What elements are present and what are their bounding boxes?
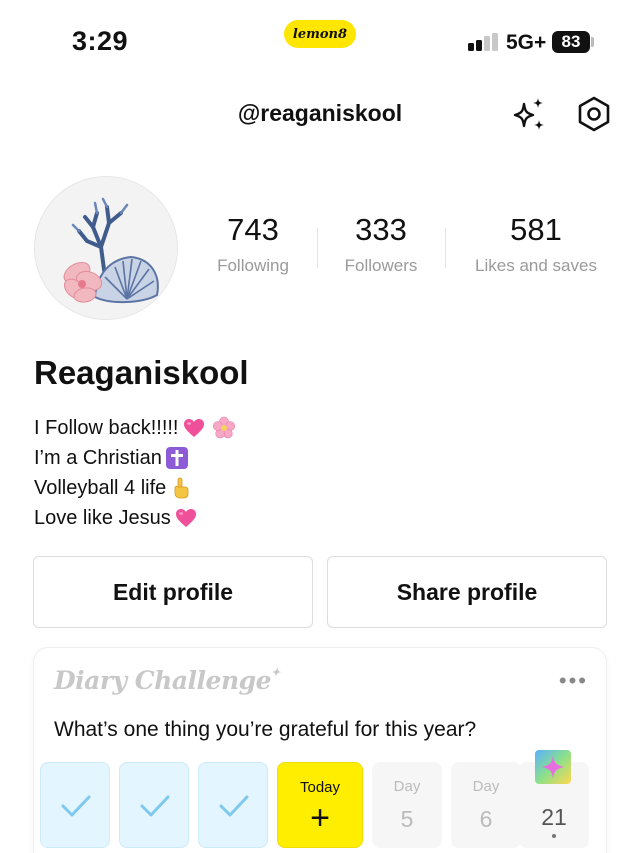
bio-line: I’m a Christian [34,443,236,473]
settings-hexagon-icon[interactable] [573,93,615,135]
likes-saves-count: 581 [510,212,562,247]
cherry-blossom-icon [212,416,235,439]
battery-icon: 83 [552,31,590,53]
bio-text: Love like Jesus [34,507,171,529]
avatar[interactable] [34,176,178,320]
sparkle-star-icon: ✦ [271,666,280,679]
sparkle-icon[interactable] [508,94,550,136]
add-entry-plus-icon: + [310,799,330,837]
day-tile-completed[interactable] [40,762,110,848]
likes-saves-label: Likes and saves [475,256,597,275]
pointing-up-hand-icon [174,477,189,499]
gradient-sparkle-badge-icon [535,750,571,784]
day-label: Day [393,778,421,795]
bio: I Follow back!!!!! I’m a Christian Volle… [34,413,236,533]
indicator-dot [552,834,556,838]
day-label: Day [472,778,500,795]
pink-heart-icon [183,419,204,437]
bio-text: Volleyball 4 life [34,477,167,499]
bio-line: I Follow back!!!!! [34,413,236,443]
diary-question: What’s one thing you’re grateful for thi… [54,718,477,741]
profile-stats: 743 Following 333 Followers 581 Likes an… [188,212,640,292]
day-number: 5 [400,806,414,832]
day-number: 6 [479,806,493,832]
bio-text: I Follow back!!!!! [34,417,179,439]
bio-text: I’m a Christian [34,447,162,469]
network-type: 5G+ [506,31,547,54]
profile-header: @reaganiskool [0,90,640,138]
lemon8-app-badge[interactable]: lemon8 [284,20,356,48]
day-tile-today[interactable]: Today + [277,762,363,848]
day-tile-future: Day 6 [451,762,521,848]
stat-following[interactable]: 743 Following [193,212,313,276]
day-tile-completed[interactable] [119,762,189,848]
following-count: 743 [227,212,279,247]
diary-challenge-logo: Diary Challenge✦ [54,666,280,695]
battery-level: 83 [561,32,581,51]
stat-likes-saves[interactable]: 581 Likes and saves [456,212,616,276]
clock-time: 3:29 [72,26,129,56]
cellular-signal-icon [468,33,502,51]
latin-cross-icon [165,447,188,469]
stat-followers[interactable]: 333 Followers [321,212,441,276]
day-tile-future: Day 5 [372,762,442,848]
edit-profile-button[interactable]: Edit profile [33,556,313,628]
bio-line: Love like Jesus [34,503,236,533]
diary-challenge-logo-text: Diary Challenge [54,666,272,695]
status-bar: 3:29 lemon8 5G+ 83 [0,0,640,84]
checkmark-icon [61,795,91,817]
following-label: Following [217,256,289,275]
battery-tip [591,37,594,47]
day-tile-completed[interactable] [198,762,268,848]
followers-count: 333 [355,212,407,247]
day-number: 21 [541,804,567,830]
more-options-icon[interactable]: ••• [559,668,588,694]
today-label: Today [299,779,341,796]
checkmark-icon [140,795,170,817]
pink-heart-icon [175,509,196,527]
share-profile-button[interactable]: Share profile [327,556,607,628]
followers-label: Followers [344,256,418,275]
checkmark-icon [219,795,249,817]
bio-line: Volleyball 4 life [34,473,236,503]
stat-divider [445,228,446,268]
display-name: Reaganiskool [34,354,249,391]
stat-divider [317,228,318,268]
